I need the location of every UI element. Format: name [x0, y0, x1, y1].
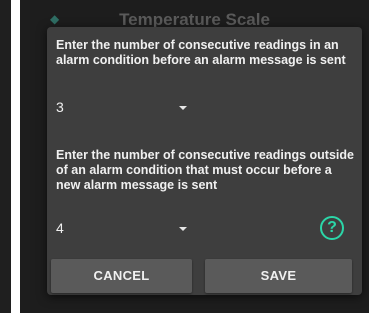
alarm-settings-dialog: Enter the number of consecutive readings…: [47, 27, 362, 295]
dropdown-arrow-icon: [179, 106, 187, 110]
help-circle-icon[interactable]: ?: [320, 216, 344, 240]
dropdown-arrow-icon: [179, 227, 187, 231]
alarm-readings-value: 3: [56, 99, 64, 115]
alarm-readings-question: Enter the number of consecutive readings…: [56, 38, 346, 67]
previous-screen-edge: [0, 0, 11, 313]
app-screen: ◆ Temperature Scale Enter the number of …: [20, 0, 369, 313]
alarm-readings-select[interactable]: 3: [56, 96, 187, 118]
save-button[interactable]: SAVE: [205, 259, 352, 293]
clear-readings-question: Enter the number of consecutive readings…: [56, 148, 354, 192]
cancel-button[interactable]: CANCEL: [51, 259, 192, 293]
clear-readings-select[interactable]: 4: [56, 217, 187, 239]
clear-readings-value: 4: [56, 220, 64, 236]
